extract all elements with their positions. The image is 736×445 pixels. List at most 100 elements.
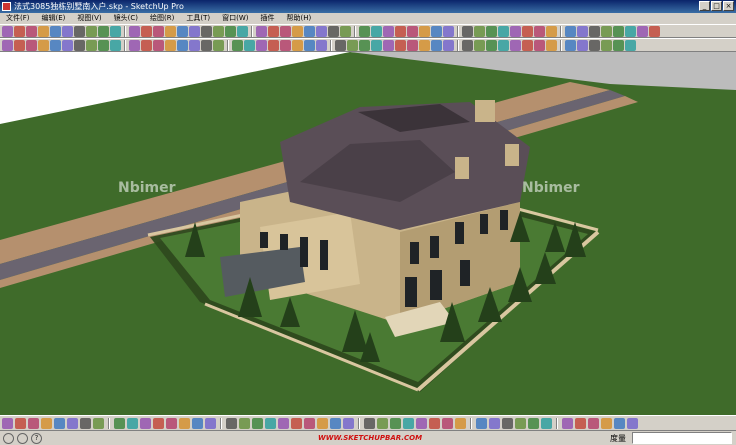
tool-button-icon[interactable]: [489, 417, 500, 429]
tool-button-icon[interactable]: [2, 25, 13, 37]
tool-button-icon[interactable]: [225, 25, 236, 37]
tool-button-icon[interactable]: [562, 417, 573, 429]
tool-button-icon[interactable]: [395, 39, 406, 51]
tool-button-icon[interactable]: [335, 39, 346, 51]
tool-button-icon[interactable]: [316, 39, 327, 51]
tool-button-icon[interactable]: [177, 39, 188, 51]
tool-button-icon[interactable]: [15, 417, 26, 429]
tool-button-icon[interactable]: [340, 25, 351, 37]
menu-help[interactable]: 帮助(H): [280, 13, 317, 24]
help-icon[interactable]: ?: [31, 432, 42, 444]
tool-button-icon[interactable]: [589, 25, 600, 37]
tool-button-icon[interactable]: [141, 39, 152, 51]
tool-button-icon[interactable]: [588, 417, 599, 429]
tool-button-icon[interactable]: [304, 417, 315, 429]
tool-button-icon[interactable]: [627, 417, 638, 429]
tool-button-icon[interactable]: [431, 39, 442, 51]
tool-button-icon[interactable]: [498, 25, 509, 37]
tool-button-icon[interactable]: [239, 417, 250, 429]
tool-button-icon[interactable]: [419, 25, 430, 37]
tool-button-icon[interactable]: [26, 39, 37, 51]
tool-button-icon[interactable]: [371, 25, 382, 37]
tool-button-icon[interactable]: [316, 25, 327, 37]
tool-button-icon[interactable]: [407, 39, 418, 51]
tool-button-icon[interactable]: [419, 39, 430, 51]
tool-button-icon[interactable]: [74, 25, 85, 37]
tool-button-icon[interactable]: [328, 25, 339, 37]
menu-window[interactable]: 窗口(W): [216, 13, 254, 24]
tool-button-icon[interactable]: [429, 417, 440, 429]
tool-button-icon[interactable]: [377, 417, 388, 429]
tool-button-icon[interactable]: [383, 39, 394, 51]
tool-button-icon[interactable]: [153, 39, 164, 51]
geo-location-icon[interactable]: [3, 432, 14, 444]
tool-button-icon[interactable]: [205, 417, 216, 429]
tool-button-icon[interactable]: [201, 25, 212, 37]
tool-button-icon[interactable]: [589, 39, 600, 51]
tool-button-icon[interactable]: [625, 25, 636, 37]
tool-button-icon[interactable]: [41, 417, 52, 429]
tool-button-icon[interactable]: [510, 39, 521, 51]
maximize-button[interactable]: □: [711, 1, 722, 11]
tool-button-icon[interactable]: [534, 25, 545, 37]
tool-button-icon[interactable]: [98, 39, 109, 51]
tool-button-icon[interactable]: [614, 417, 625, 429]
tool-button-icon[interactable]: [625, 39, 636, 51]
tool-button-icon[interactable]: [390, 417, 401, 429]
tool-button-icon[interactable]: [256, 25, 267, 37]
tool-button-icon[interactable]: [244, 39, 255, 51]
tool-button-icon[interactable]: [62, 25, 73, 37]
tool-button-icon[interactable]: [575, 417, 586, 429]
tool-button-icon[interactable]: [522, 25, 533, 37]
tool-button-icon[interactable]: [153, 25, 164, 37]
menu-view[interactable]: 视图(V): [71, 13, 107, 24]
tool-button-icon[interactable]: [86, 39, 97, 51]
tool-button-icon[interactable]: [278, 417, 289, 429]
tool-button-icon[interactable]: [26, 25, 37, 37]
tool-button-icon[interactable]: [528, 417, 539, 429]
tool-button-icon[interactable]: [431, 25, 442, 37]
tool-button-icon[interactable]: [292, 25, 303, 37]
tool-button-icon[interactable]: [177, 25, 188, 37]
tool-button-icon[interactable]: [165, 39, 176, 51]
tool-button-icon[interactable]: [317, 417, 328, 429]
tool-button-icon[interactable]: [14, 39, 25, 51]
tool-button-icon[interactable]: [166, 417, 177, 429]
tool-button-icon[interactable]: [546, 39, 557, 51]
sketchup-app-icon[interactable]: [2, 2, 11, 11]
tool-button-icon[interactable]: [93, 417, 104, 429]
menu-camera[interactable]: 镜头(C): [108, 13, 144, 24]
model-viewport[interactable]: Nbimer Nbimer: [0, 52, 736, 415]
tool-button-icon[interactable]: [371, 39, 382, 51]
tool-button-icon[interactable]: [476, 417, 487, 429]
tool-button-icon[interactable]: [256, 39, 267, 51]
tool-button-icon[interactable]: [546, 25, 557, 37]
close-button[interactable]: ×: [723, 1, 734, 11]
tool-button-icon[interactable]: [74, 39, 85, 51]
menu-edit[interactable]: 编辑(E): [36, 13, 72, 24]
tool-button-icon[interactable]: [98, 25, 109, 37]
tool-button-icon[interactable]: [304, 39, 315, 51]
tool-button-icon[interactable]: [67, 417, 78, 429]
tool-button-icon[interactable]: [455, 417, 466, 429]
tool-button-icon[interactable]: [127, 417, 138, 429]
tool-button-icon[interactable]: [462, 25, 473, 37]
tool-button-icon[interactable]: [613, 25, 624, 37]
tool-button-icon[interactable]: [474, 25, 485, 37]
tool-button-icon[interactable]: [577, 25, 588, 37]
tool-button-icon[interactable]: [189, 25, 200, 37]
tool-button-icon[interactable]: [54, 417, 65, 429]
tool-button-icon[interactable]: [498, 39, 509, 51]
tool-button-icon[interactable]: [486, 25, 497, 37]
tool-button-icon[interactable]: [2, 39, 13, 51]
tool-button-icon[interactable]: [347, 39, 358, 51]
tool-button-icon[interactable]: [442, 417, 453, 429]
tool-button-icon[interactable]: [110, 39, 121, 51]
minimize-button[interactable]: _: [699, 1, 710, 11]
tool-button-icon[interactable]: [510, 25, 521, 37]
tool-button-icon[interactable]: [268, 25, 279, 37]
tool-button-icon[interactable]: [38, 25, 49, 37]
tool-button-icon[interactable]: [110, 25, 121, 37]
tool-button-icon[interactable]: [343, 417, 354, 429]
tool-button-icon[interactable]: [416, 417, 427, 429]
